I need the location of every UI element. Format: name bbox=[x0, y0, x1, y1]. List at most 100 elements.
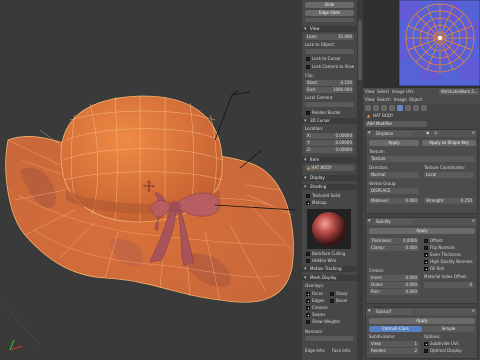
subsurf-modifier-header[interactable]: ▾ Subsurf ✕ bbox=[366, 308, 477, 315]
display-in-viewport-icon[interactable]: ◎ bbox=[434, 130, 438, 135]
props-menu-search[interactable]: Search bbox=[377, 97, 391, 103]
extra-tool-button[interactable] bbox=[305, 18, 354, 22]
thickness-field[interactable]: Thickness: 0.0006 bbox=[369, 238, 419, 244]
uv-menu-image[interactable]: Image bbox=[392, 89, 405, 95]
clip-end-field[interactable]: End: 1000.000 bbox=[305, 87, 354, 93]
fill-rim-checkbox[interactable] bbox=[424, 267, 428, 271]
displace-apply-shape-button[interactable]: Apply as Shape Key bbox=[422, 140, 476, 146]
sharp-checkbox[interactable] bbox=[330, 292, 334, 296]
delete-modifier-icon[interactable]: ✕ bbox=[472, 130, 475, 135]
matcap-checkbox[interactable] bbox=[306, 201, 310, 205]
backface-culling-checkbox[interactable] bbox=[306, 252, 310, 256]
motion-tracking-header[interactable]: Motion Tracking bbox=[302, 266, 357, 272]
edges-checkbox[interactable] bbox=[306, 299, 310, 303]
show-weights-checkbox[interactable] bbox=[306, 320, 310, 324]
subsurf-name-field[interactable]: Subsurf bbox=[374, 308, 412, 315]
displace-name-field[interactable]: Displace bbox=[374, 130, 412, 137]
lens-field[interactable]: Lens: 35.000 bbox=[305, 34, 354, 40]
cursor-z-field[interactable]: Z: 0.00000 bbox=[305, 147, 354, 153]
collapse-arrow-icon[interactable]: ▾ bbox=[368, 218, 371, 224]
crease-outer-field[interactable]: Outer: 0.000 bbox=[369, 282, 419, 288]
clip-start-field[interactable]: Start: 0.100 bbox=[305, 80, 354, 86]
collapse-arrow-icon[interactable]: ▾ bbox=[368, 130, 371, 136]
texture-field[interactable]: Texture bbox=[369, 156, 475, 162]
bevel-checkbox[interactable] bbox=[330, 299, 334, 303]
view-section-header[interactable]: View bbox=[302, 26, 357, 32]
modifier-tab-icon[interactable] bbox=[397, 105, 403, 111]
local-camera-field[interactable] bbox=[305, 102, 354, 107]
shading-section-header[interactable]: Shading bbox=[302, 184, 357, 190]
cursor-x-field[interactable]: X: 0.00000 bbox=[305, 133, 354, 139]
textured-solid-checkbox[interactable] bbox=[306, 194, 310, 198]
display-section-header[interactable]: Display bbox=[302, 175, 357, 181]
seams-checkbox[interactable] bbox=[306, 313, 310, 317]
solidify-name-field[interactable]: Solidify bbox=[374, 218, 412, 225]
lock-to-cursor-checkbox[interactable] bbox=[306, 57, 310, 61]
subsurf-apply-button[interactable]: Apply bbox=[369, 318, 475, 324]
props-menu-object[interactable]: Object bbox=[409, 97, 422, 103]
direction-select[interactable]: Normal bbox=[369, 172, 419, 178]
crease-inner-field[interactable]: Inner: 0.000 bbox=[369, 275, 419, 281]
displace-apply-button[interactable]: Apply bbox=[369, 140, 419, 146]
display-in-render-icon[interactable]: ◉ bbox=[426, 130, 430, 135]
catmull-clark-tab[interactable]: Catmull-Clark bbox=[369, 326, 422, 332]
world-tab-icon[interactable] bbox=[381, 105, 387, 111]
edge-slide-button[interactable]: Edge Slide bbox=[305, 10, 354, 16]
tex-coords-select[interactable]: Local bbox=[424, 172, 474, 178]
props-menu-image[interactable]: Image bbox=[394, 97, 407, 103]
material-index-field[interactable]: 0 bbox=[424, 282, 474, 288]
flip-normals-checkbox[interactable] bbox=[424, 246, 428, 250]
lock-object-field[interactable] bbox=[305, 49, 354, 54]
delete-modifier-icon[interactable]: ✕ bbox=[472, 218, 475, 223]
collapse-arrow-icon[interactable]: ▾ bbox=[368, 308, 371, 314]
item-section-header[interactable]: Item bbox=[302, 157, 357, 163]
slide-button[interactable]: Slide bbox=[305, 2, 354, 8]
properties-editor[interactable]: View Search Image Object ▲ HAT BODY Add … bbox=[363, 96, 480, 360]
uv-image-editor[interactable]: View Select Image UVs WeStudioWork.5... bbox=[363, 0, 480, 96]
lock-camera-checkbox[interactable] bbox=[306, 65, 310, 69]
uv-menu-view[interactable]: View bbox=[365, 89, 375, 95]
even-thickness-checkbox[interactable] bbox=[424, 253, 428, 257]
cursor-y-field[interactable]: Y: 0.00000 bbox=[305, 140, 354, 146]
creases-checkbox[interactable] bbox=[306, 306, 310, 310]
uv-image-selector[interactable]: WeStudioWork.5... bbox=[439, 89, 479, 95]
solidify-apply-button[interactable]: Apply bbox=[369, 228, 475, 234]
solidify-modifier-header[interactable]: ▾ Solidify ✕ bbox=[366, 218, 477, 225]
props-menu-view[interactable]: View bbox=[365, 97, 375, 103]
clamp-field[interactable]: Clamp: 0.000 bbox=[369, 245, 419, 251]
view-levels-field[interactable]: View: 1 bbox=[369, 341, 419, 347]
mesh-display-header[interactable]: Mesh Display bbox=[302, 275, 357, 281]
render-levels-field[interactable]: Render: 2 bbox=[369, 348, 419, 354]
normals-size-field[interactable] bbox=[305, 336, 354, 341]
subdivide-uvs-checkbox[interactable] bbox=[424, 342, 428, 346]
high-quality-normals-checkbox[interactable] bbox=[424, 260, 428, 264]
scrollbar-thumb[interactable] bbox=[358, 20, 362, 80]
vertex-group-select[interactable]: DISPLACE bbox=[369, 188, 419, 194]
uv-cursor[interactable] bbox=[438, 36, 442, 40]
strength-field[interactable]: Strength: 0.250 bbox=[424, 198, 474, 204]
matcap-preview[interactable] bbox=[307, 209, 351, 249]
displace-modifier-header[interactable]: ▾ Displace ◉ ◎ ✕ bbox=[366, 130, 477, 137]
midlevel-field[interactable]: Midlevel: 0.000 bbox=[369, 198, 419, 204]
offset-checkbox[interactable] bbox=[424, 239, 428, 243]
3d-viewport[interactable] bbox=[0, 0, 302, 360]
item-name-field[interactable]: ▲ HAT BODY bbox=[305, 165, 354, 171]
properties-shelf[interactable]: Slide Edge Slide View Lens: 35.000 Lock … bbox=[302, 0, 357, 360]
simple-tab[interactable]: Simple bbox=[422, 326, 475, 332]
faces-checkbox[interactable] bbox=[306, 292, 310, 296]
delete-modifier-icon[interactable]: ✕ bbox=[472, 308, 475, 313]
crease-rim-field[interactable]: Rim: 0.000 bbox=[369, 289, 419, 295]
3d-cursor-section-header[interactable]: 3D Cursor bbox=[302, 118, 357, 124]
data-tab-icon[interactable] bbox=[405, 105, 411, 111]
uv-menu-uvs[interactable]: UVs bbox=[406, 89, 414, 95]
material-tab-icon[interactable] bbox=[413, 105, 419, 111]
render-tab-icon[interactable] bbox=[365, 105, 371, 111]
uv-menu-select[interactable]: Select bbox=[377, 89, 389, 95]
hidden-wire-checkbox[interactable] bbox=[306, 259, 310, 263]
texture-tab-icon[interactable] bbox=[421, 105, 427, 111]
optimal-display-checkbox[interactable] bbox=[424, 349, 428, 353]
object-tab-icon[interactable] bbox=[389, 105, 395, 111]
scene-tab-icon[interactable] bbox=[373, 105, 379, 111]
render-border-checkbox[interactable] bbox=[306, 111, 310, 115]
add-modifier-dropdown[interactable]: Add Modifier bbox=[365, 121, 427, 127]
